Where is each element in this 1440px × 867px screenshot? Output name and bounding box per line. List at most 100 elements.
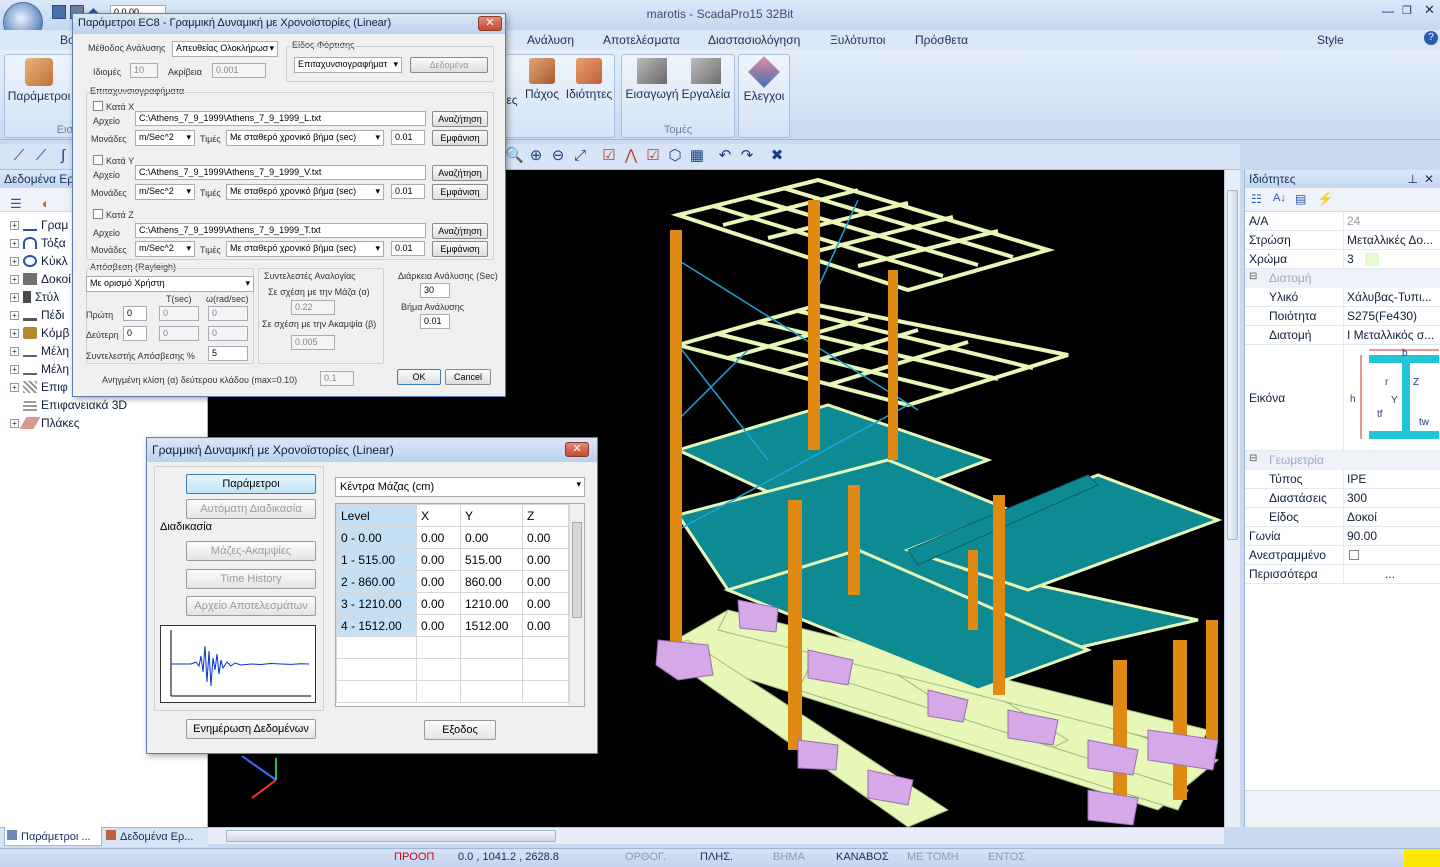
time-step-y[interactable]: 0.01	[391, 184, 425, 199]
axis-z-check[interactable]: Κατά Ζ	[93, 209, 134, 220]
data-button[interactable]: Δεδομένα	[410, 57, 488, 73]
update-data-button[interactable]: Ενημέρωση Δεδομένων	[186, 719, 316, 739]
values-select-y[interactable]: Με σταθερό χρονικό βήμα (sec)	[226, 184, 384, 200]
values-select-x[interactable]: Με σταθερό χρονικό βήμα (sec)	[226, 130, 384, 146]
duration-field[interactable]: 30	[420, 283, 450, 298]
tree-item-members-2[interactable]: + Μέλη	[10, 362, 69, 380]
second-period-field[interactable]: 0	[159, 326, 199, 341]
prop-row-kind[interactable]: Είδος Δοκοί	[1245, 508, 1440, 527]
exit-button[interactable]: Εξοδος	[424, 720, 496, 740]
delete-icon[interactable]: ✖	[768, 147, 786, 165]
polyline-tool-icon[interactable]: ⟋	[32, 147, 50, 165]
axis-x-check[interactable]: Κατά Χ	[93, 101, 134, 112]
second-mode-field[interactable]: 0	[123, 326, 147, 341]
tree-item-surfaces-3d[interactable]: +Επιφανειακά 3D	[10, 398, 127, 416]
table-vscrollbar[interactable]	[569, 504, 584, 706]
viewport-vscrollbar[interactable]	[1224, 170, 1240, 827]
element-check-icon[interactable]: ☑	[644, 147, 662, 165]
search-button-z[interactable]: Αναζήτηση	[432, 223, 488, 239]
window-close-button[interactable]: ✕	[1424, 2, 1435, 18]
prop-row-angle[interactable]: Γωνία 90.00	[1245, 527, 1440, 546]
centers-select[interactable]: Κέντρα Μάζας (cm)	[335, 477, 585, 497]
property-pages-icon[interactable]: ▤	[1295, 192, 1306, 206]
table-row[interactable]: 1 - 515.00 0.00 515.00 0.00	[336, 548, 569, 571]
axis-z-checkbox[interactable]	[93, 209, 103, 219]
first-omega-field[interactable]: 0	[208, 306, 248, 321]
cancel-button[interactable]: Cancel	[445, 369, 491, 385]
step-field[interactable]: 0.01	[420, 314, 450, 329]
stiffness-coef-field[interactable]: 0.005	[291, 335, 335, 350]
prop-row-type[interactable]: Τύπος IPE	[1245, 470, 1440, 489]
units-select-x[interactable]: m/Sec^2	[135, 130, 195, 146]
units-select-z[interactable]: m/Sec^2	[135, 241, 195, 257]
prop-row-dimensions[interactable]: Διαστάσεις 300	[1245, 489, 1440, 508]
accuracy-field[interactable]: 0.001	[212, 63, 266, 78]
axis-x-checkbox[interactable]	[93, 101, 103, 111]
events-icon[interactable]: ⚡	[1317, 191, 1333, 207]
menu-item-results[interactable]: Αποτελέσματα	[603, 33, 680, 47]
table-row[interactable]: 4 - 1512.00 0.00 1512.00 0.00	[336, 614, 569, 637]
status-grid[interactable]: ΚΑΝΑΒΟΣ	[836, 851, 889, 863]
properties-ribbon-button[interactable]: Ιδιότητες	[564, 58, 614, 101]
parameters-button[interactable]: Παράμετροι	[186, 474, 316, 494]
tree-item-members-1[interactable]: + Μέλη	[10, 344, 69, 362]
pin-icon[interactable]: ⊥	[1408, 172, 1418, 186]
axis-y-check[interactable]: Κατά Υ	[93, 155, 134, 166]
show-button-y[interactable]: Εμφάνιση	[432, 184, 488, 200]
status-plis[interactable]: ΠΛΗΣ.	[700, 851, 733, 863]
status-inside[interactable]: ΕΝΤΟΣ	[988, 851, 1025, 863]
first-mode-field[interactable]: 0	[123, 306, 147, 321]
file-path-y[interactable]: C:\Athens_7_9_1999\Athens_7_9_1999_V.txt	[135, 165, 426, 180]
first-period-field[interactable]: 0	[159, 306, 199, 321]
categorized-icon[interactable]: ☷	[1251, 192, 1262, 206]
zoom-in-icon[interactable]: ⊕	[527, 147, 545, 165]
thickness-ribbon-button[interactable]: Πάχος	[522, 58, 562, 101]
results-file-button[interactable]: Αρχείο Αποτελεσμάτων	[186, 596, 316, 616]
prop-row-inverted[interactable]: Ανεστραμμένο	[1245, 546, 1440, 565]
file-path-x[interactable]: C:\Athens_7_9_1999\Athens_7_9_1999_L.txt	[135, 111, 426, 126]
time-step-z[interactable]: 0.01	[391, 241, 425, 256]
help-icon[interactable]: ?	[1424, 31, 1438, 45]
hscroll-thumb[interactable]	[226, 830, 556, 842]
tree-item-nodes[interactable]: + Κόμβ	[10, 326, 69, 344]
tree-item-surfaces[interactable]: + Επιφ	[10, 380, 68, 398]
status-with-section[interactable]: ΜΕ ΤΟΜΗ	[907, 851, 959, 863]
undo-view-icon[interactable]: ↶	[716, 147, 734, 165]
damping-coef-field[interactable]: 5	[208, 346, 248, 361]
prop-row-section[interactable]: Διατομή I Μεταλλικός σ...	[1245, 326, 1440, 345]
mass-coef-field[interactable]: 0.22	[291, 300, 335, 315]
tree-item-arcs[interactable]: + Τόξα	[10, 236, 66, 254]
file-path-z[interactable]: C:\Athens_7_9_1999\Athens_7_9_1999_T.txt	[135, 223, 426, 238]
prop-row-more[interactable]: Περισσότερα...	[1245, 565, 1440, 584]
mass-stiffness-button[interactable]: Μάζες-Ακαμψίες	[186, 541, 316, 561]
window-restore-button[interactable]: ❐	[1402, 4, 1412, 17]
ok-button[interactable]: OK	[397, 369, 441, 385]
tree-filter-icon[interactable]: ☰	[10, 196, 22, 212]
node-check-icon[interactable]: ⋀	[622, 147, 640, 165]
slope-field[interactable]: 0.1	[320, 371, 354, 386]
redo-view-icon[interactable]: ↷	[738, 147, 756, 165]
linear-dialog-close-button[interactable]: ✕	[565, 442, 589, 457]
table-row[interactable]: 0 - 0.00 0.00 0.00 0.00	[336, 526, 569, 549]
menu-item-addons[interactable]: Πρόσθετα	[915, 33, 968, 47]
menu-item-formwork[interactable]: Ξυλότυποι	[830, 33, 885, 47]
search-button-y[interactable]: Αναζήτηση	[432, 165, 488, 181]
checks-ribbon-button[interactable]: Ελεγχοι	[740, 56, 788, 103]
prop-row-grade[interactable]: Ποιότητα S275(Fe430)	[1245, 307, 1440, 326]
tree-item-footings[interactable]: + Πέδι	[10, 308, 64, 326]
table-row[interactable]: 3 - 1210.00 0.00 1210.00 0.00	[336, 592, 569, 615]
insert-ribbon-button[interactable]: Εισαγωγή	[624, 58, 680, 101]
auto-procedure-button[interactable]: Αυτόματη Διαδικασία	[186, 499, 316, 519]
damping-select[interactable]: Με ορισμό Χρήστη	[86, 276, 254, 292]
tree-item-circles[interactable]: + Κύκλ	[10, 254, 68, 272]
tree-item-lines[interactable]: + Γραμ	[10, 218, 68, 236]
vscroll-thumb[interactable]	[1227, 190, 1238, 540]
check-icon[interactable]: ☑	[600, 147, 618, 165]
tab-data-tree[interactable]: Δεδομένα Ερ...	[104, 827, 204, 846]
prop-row-material[interactable]: Υλικό Χάλυβας-Τυπι...	[1245, 288, 1440, 307]
close-panel-icon[interactable]: ✕	[1424, 172, 1434, 186]
sections-ribbon-button[interactable]: ες	[505, 93, 519, 107]
status-ortho[interactable]: ΟΡΘΟΓ.	[625, 851, 666, 863]
units-select-y[interactable]: m/Sec^2	[135, 184, 195, 200]
values-select-z[interactable]: Με σταθερό χρονικό βήμα (sec)	[226, 241, 384, 257]
